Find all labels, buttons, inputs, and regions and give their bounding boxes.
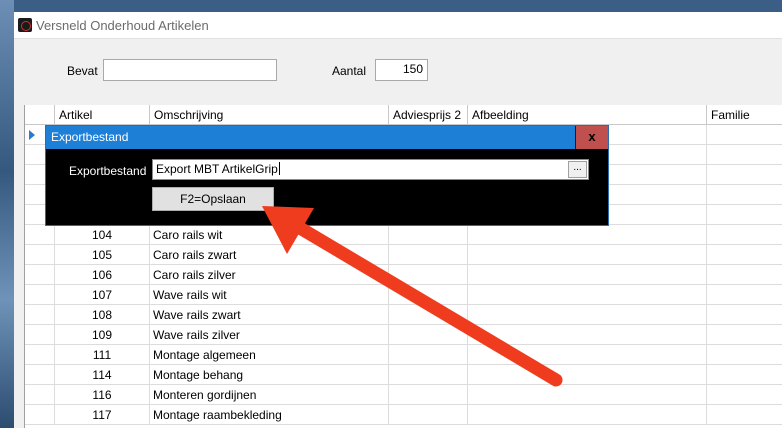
column-header-artikel[interactable]: Artikel [55, 105, 150, 125]
cell-empty[interactable] [707, 125, 782, 145]
cell-empty[interactable] [707, 185, 782, 205]
dialog-title-bar[interactable]: Exportbestand x [46, 126, 608, 149]
cell-empty[interactable] [707, 405, 782, 425]
cell-empty[interactable] [389, 245, 468, 265]
row-header-cell[interactable] [25, 325, 55, 345]
cell-empty[interactable] [707, 285, 782, 305]
cell-empty[interactable] [707, 385, 782, 405]
window-title: Versneld Onderhoud Artikelen [36, 18, 209, 33]
cell-omschrijving[interactable]: Caro rails zilver [150, 265, 389, 285]
cell-empty[interactable] [389, 225, 468, 245]
export-field-label: Exportbestand [69, 164, 147, 178]
cell-empty[interactable] [707, 145, 782, 165]
cell-empty[interactable] [468, 385, 707, 405]
cell-empty[interactable] [707, 305, 782, 325]
cell-empty[interactable] [468, 265, 707, 285]
cell-empty[interactable] [707, 225, 782, 245]
cell-empty[interactable] [389, 325, 468, 345]
cell-empty[interactable] [468, 365, 707, 385]
cell-empty[interactable] [707, 205, 782, 225]
row-header-cell[interactable] [25, 245, 55, 265]
column-header-familie[interactable]: Familie [707, 105, 782, 125]
cell-empty[interactable] [389, 365, 468, 385]
column-header-afbeelding[interactable]: Afbeelding [468, 105, 707, 125]
cell-omschrijving[interactable]: Wave rails zilver [150, 325, 389, 345]
save-button[interactable]: F2=Opslaan [152, 187, 274, 211]
cell-empty[interactable] [389, 305, 468, 325]
cell-artikel[interactable]: 105 [55, 245, 150, 265]
cell-omschrijving[interactable]: Montage behang [150, 365, 389, 385]
cell-empty[interactable] [389, 405, 468, 425]
desktop-background [0, 0, 14, 428]
cell-artikel[interactable]: 108 [55, 305, 150, 325]
title-bar[interactable]: Versneld Onderhoud Artikelen [14, 12, 782, 39]
cell-empty[interactable] [707, 245, 782, 265]
cell-artikel[interactable]: 107 [55, 285, 150, 305]
export-file-value: Export MBT ArtikelGrip [156, 162, 278, 176]
cell-artikel[interactable]: 111 [55, 345, 150, 365]
export-dialog: Exportbestand x Exportbestand Export MBT… [45, 125, 609, 226]
cell-empty[interactable] [707, 365, 782, 385]
bevat-input[interactable] [103, 59, 277, 81]
cell-empty[interactable] [468, 285, 707, 305]
cell-empty[interactable] [707, 345, 782, 365]
export-file-input[interactable]: Export MBT ArtikelGrip [152, 159, 589, 180]
cell-omschrijving[interactable]: Montage raambekleding [150, 405, 389, 425]
text-caret [278, 162, 280, 175]
row-header-cell[interactable] [25, 225, 55, 245]
cell-artikel[interactable]: 117 [55, 405, 150, 425]
row-header-cell[interactable] [25, 385, 55, 405]
cell-empty[interactable] [389, 385, 468, 405]
filter-bar: Bevat Aantal 150 [14, 39, 782, 100]
cell-artikel[interactable]: 114 [55, 365, 150, 385]
cell-omschrijving[interactable]: Monteren gordijnen [150, 385, 389, 405]
row-header-cell[interactable] [25, 345, 55, 365]
dialog-close-button[interactable]: x [575, 126, 608, 149]
cell-empty[interactable] [468, 225, 707, 245]
cell-omschrijving[interactable]: Wave rails zwart [150, 305, 389, 325]
cell-empty[interactable] [389, 285, 468, 305]
cell-empty[interactable] [468, 325, 707, 345]
cell-empty[interactable] [389, 265, 468, 285]
cell-empty[interactable] [468, 245, 707, 265]
aantal-label: Aantal [332, 64, 367, 78]
cell-artikel[interactable]: 104 [55, 225, 150, 245]
cell-omschrijving[interactable]: Caro rails zwart [150, 245, 389, 265]
row-header-corner [25, 105, 55, 125]
cell-empty[interactable] [468, 405, 707, 425]
row-header-cell[interactable] [25, 265, 55, 285]
cell-artikel[interactable]: 106 [55, 265, 150, 285]
column-header-adviesprijs-2[interactable]: Adviesprijs 2 [389, 105, 468, 125]
browse-button[interactable]: ... [568, 161, 587, 178]
cell-omschrijving[interactable]: Wave rails wit [150, 285, 389, 305]
cell-empty[interactable] [707, 325, 782, 345]
bevat-label: Bevat [67, 64, 98, 78]
cell-empty[interactable] [707, 165, 782, 185]
dialog-title: Exportbestand [51, 130, 129, 144]
row-header-cell[interactable] [25, 405, 55, 425]
cell-artikel[interactable]: 116 [55, 385, 150, 405]
cell-empty[interactable] [468, 305, 707, 325]
row-header-cell[interactable] [25, 305, 55, 325]
row-header-cell[interactable] [25, 365, 55, 385]
cell-artikel[interactable]: 109 [55, 325, 150, 345]
row-header-cell[interactable] [25, 285, 55, 305]
cell-empty[interactable] [468, 345, 707, 365]
cell-omschrijving[interactable]: Caro rails wit [150, 225, 389, 245]
column-header-omschrijving[interactable]: Omschrijving [150, 105, 389, 125]
cell-empty[interactable] [389, 345, 468, 365]
app-icon [18, 18, 32, 32]
cell-omschrijving[interactable]: Montage algemeen [150, 345, 389, 365]
cell-empty[interactable] [707, 265, 782, 285]
aantal-input[interactable]: 150 [375, 59, 428, 81]
